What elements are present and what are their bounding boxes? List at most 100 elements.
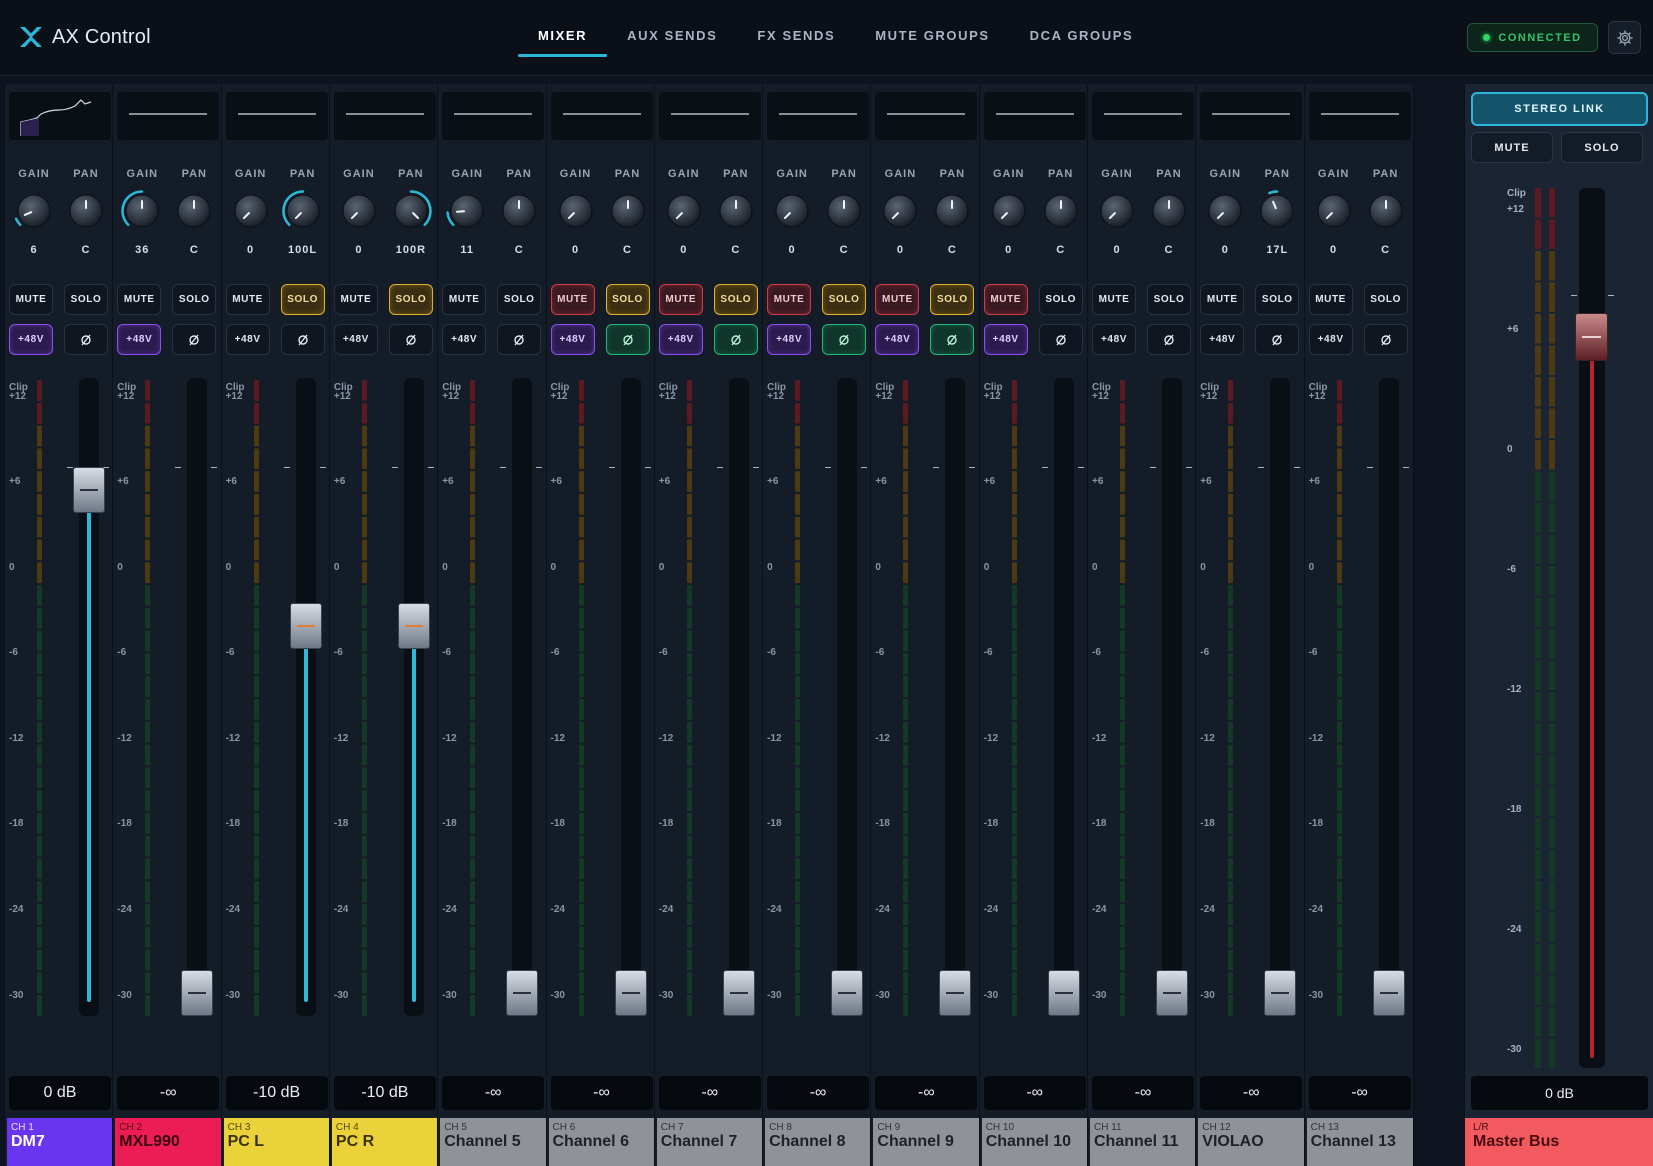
mute-button[interactable]: MUTE <box>983 284 1028 315</box>
phantom-power-button[interactable]: +48V <box>983 324 1028 355</box>
phase-invert-button[interactable] <box>172 324 217 355</box>
fader-cap[interactable] <box>289 602 322 649</box>
fader-track[interactable] <box>1053 378 1074 1016</box>
mute-button[interactable]: MUTE <box>767 284 812 315</box>
pan-knob[interactable] <box>498 190 540 232</box>
phase-invert-button[interactable] <box>605 324 650 355</box>
eq-curve-display[interactable] <box>658 92 761 140</box>
phase-invert-button[interactable] <box>822 324 867 355</box>
channel-name-label[interactable]: CH 4 PC R <box>331 1118 438 1166</box>
pan-knob[interactable] <box>1365 190 1407 232</box>
fader-track[interactable] <box>1378 378 1399 1016</box>
fader-cap[interactable] <box>1047 970 1080 1016</box>
fader-track[interactable] <box>620 378 641 1016</box>
fader-cap[interactable] <box>506 970 539 1016</box>
pan-knob[interactable] <box>1040 190 1082 232</box>
solo-button[interactable]: SOLO <box>1363 284 1408 315</box>
mute-button[interactable]: MUTE <box>1308 284 1353 315</box>
phantom-power-button[interactable]: +48V <box>658 324 703 355</box>
gain-knob[interactable] <box>771 190 813 232</box>
phase-invert-button[interactable] <box>1363 324 1408 355</box>
fader-cap[interactable] <box>1264 970 1297 1016</box>
fader-track[interactable] <box>728 378 749 1016</box>
settings-button[interactable] <box>1608 21 1641 54</box>
channel-name-label[interactable]: CH 7 Channel 7 <box>656 1118 763 1166</box>
fader-track[interactable] <box>187 378 208 1016</box>
tab-aux-sends[interactable]: AUX SENDS <box>607 0 737 60</box>
pan-knob[interactable] <box>65 190 107 232</box>
channel-name-label[interactable]: CH 10 Channel 10 <box>981 1118 1088 1166</box>
stereo-link-button[interactable]: STEREO LINK <box>1471 92 1648 126</box>
eq-curve-display[interactable] <box>767 92 870 140</box>
fader-cap[interactable] <box>614 970 647 1016</box>
gain-knob[interactable] <box>338 190 380 232</box>
mute-button[interactable]: MUTE <box>1200 284 1245 315</box>
gain-knob[interactable] <box>555 190 597 232</box>
master-solo-button[interactable]: SOLO <box>1561 132 1643 163</box>
eq-curve-display[interactable] <box>1092 92 1194 140</box>
gain-knob[interactable] <box>13 190 55 232</box>
tab-fx-sends[interactable]: FX SENDS <box>737 0 855 60</box>
channel-name-label[interactable]: CH 12 VIOLAO <box>1198 1118 1305 1166</box>
gain-knob[interactable] <box>879 190 921 232</box>
eq-curve-display[interactable] <box>333 92 436 140</box>
fader-cap[interactable] <box>1156 970 1188 1016</box>
mute-button[interactable]: MUTE <box>117 284 162 315</box>
eq-curve-display[interactable] <box>550 92 653 140</box>
fader-track[interactable] <box>837 378 858 1016</box>
eq-curve-display[interactable] <box>983 92 1086 140</box>
solo-button[interactable]: SOLO <box>388 284 433 315</box>
channel-name-label[interactable]: CH 11 Channel 11 <box>1090 1118 1196 1166</box>
tab-mixer[interactable]: MIXER <box>518 0 608 60</box>
phantom-power-button[interactable]: +48V <box>9 324 53 355</box>
tab-mute-groups[interactable]: MUTE GROUPS <box>855 0 1009 60</box>
eq-curve-display[interactable] <box>442 92 545 140</box>
phase-invert-button[interactable] <box>64 324 108 355</box>
solo-button[interactable]: SOLO <box>1038 284 1083 315</box>
phantom-power-button[interactable]: +48V <box>333 324 378 355</box>
solo-button[interactable]: SOLO <box>1147 284 1191 315</box>
mute-button[interactable]: MUTE <box>658 284 703 315</box>
phase-invert-button[interactable] <box>1255 324 1300 355</box>
pan-knob[interactable] <box>173 190 215 232</box>
channel-name-label[interactable]: CH 2 MXL990 <box>115 1118 222 1166</box>
solo-button[interactable]: SOLO <box>1255 284 1300 315</box>
pan-knob[interactable] <box>1148 190 1190 232</box>
phantom-power-button[interactable]: +48V <box>550 324 595 355</box>
eq-curve-display[interactable] <box>875 92 978 140</box>
pan-knob[interactable] <box>390 190 432 232</box>
channel-name-label[interactable]: CH 1 DM7 <box>7 1118 113 1166</box>
gain-knob[interactable] <box>1313 190 1355 232</box>
master-fader-cap[interactable] <box>1575 312 1608 361</box>
pan-knob[interactable] <box>607 190 649 232</box>
phantom-power-button[interactable]: +48V <box>225 324 270 355</box>
mute-button[interactable]: MUTE <box>1092 284 1136 315</box>
phase-invert-button[interactable] <box>930 324 975 355</box>
phantom-power-button[interactable]: +48V <box>1092 324 1136 355</box>
phase-invert-button[interactable] <box>1038 324 1083 355</box>
solo-button[interactable]: SOLO <box>605 284 650 315</box>
eq-curve-display[interactable] <box>1200 92 1303 140</box>
gain-knob[interactable] <box>446 190 488 232</box>
channel-name-label[interactable]: CH 8 Channel 8 <box>765 1118 872 1166</box>
phantom-power-button[interactable]: +48V <box>1308 324 1353 355</box>
phase-invert-button[interactable] <box>713 324 758 355</box>
phantom-power-button[interactable]: +48V <box>442 324 487 355</box>
tab-dca-groups[interactable]: DCA GROUPS <box>1010 0 1154 60</box>
fader-cap[interactable] <box>939 970 972 1016</box>
mute-button[interactable]: MUTE <box>225 284 270 315</box>
eq-curve-display[interactable] <box>1308 92 1411 140</box>
pan-knob[interactable] <box>715 190 757 232</box>
pan-knob[interactable] <box>931 190 973 232</box>
solo-button[interactable]: SOLO <box>497 284 542 315</box>
channel-name-label[interactable]: CH 6 Channel 6 <box>548 1118 655 1166</box>
solo-button[interactable]: SOLO <box>280 284 325 315</box>
gain-knob[interactable] <box>230 190 272 232</box>
gain-knob[interactable] <box>663 190 705 232</box>
pan-knob[interactable] <box>823 190 865 232</box>
gain-knob[interactable] <box>988 190 1030 232</box>
solo-button[interactable]: SOLO <box>822 284 867 315</box>
channel-name-label[interactable]: CH 3 PC L <box>223 1118 330 1166</box>
channel-name-label[interactable]: CH 13 Channel 13 <box>1306 1118 1413 1166</box>
eq-curve-display[interactable] <box>225 92 328 140</box>
